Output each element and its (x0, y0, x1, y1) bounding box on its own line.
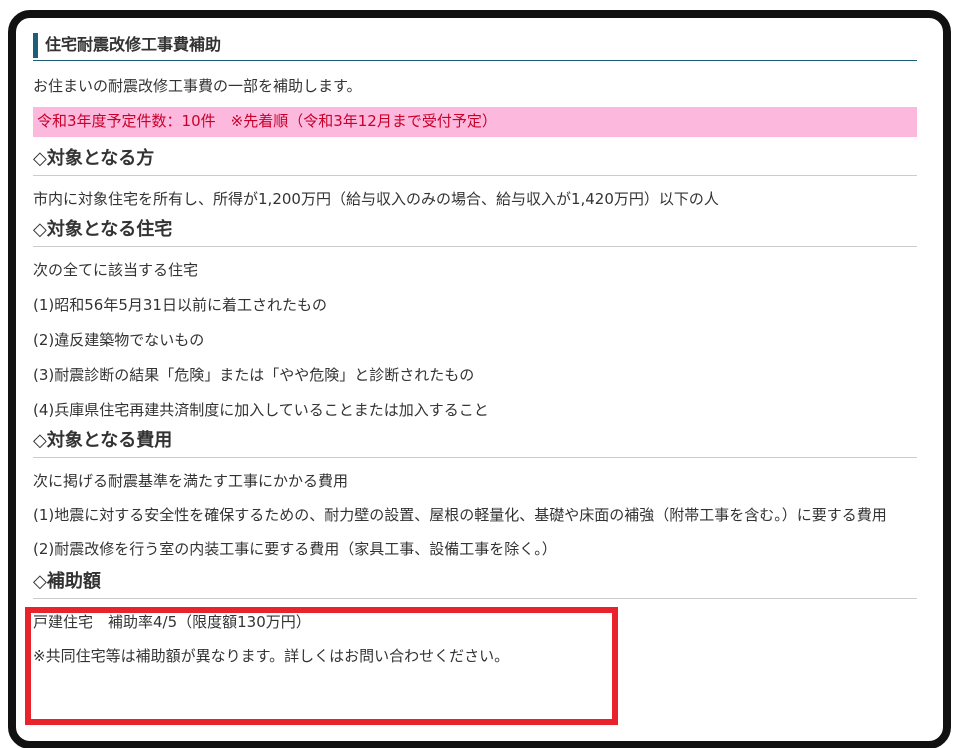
list-item: (4)兵庫県住宅再建共済制度に加入していることまたは加入すること (33, 401, 489, 419)
content-area: 住宅耐震改修工事費補助 お住まいの耐震改修工事費の一部を補助します。 令和3年度… (33, 30, 917, 667)
section-title: 住宅耐震改修工事費補助 (33, 30, 917, 61)
target-person-heading: ◇対象となる方 (33, 147, 917, 176)
title-accent-bar (33, 33, 38, 58)
list-item: (2)耐震改修を行う室の内装工事に要する費用（家具工事、設備工事を除く。） (33, 540, 557, 558)
target-person-text: 市内に対象住宅を所有し、所得が1,200万円（給与収入のみの場合、給与収入が1,… (33, 190, 719, 208)
target-house-heading: ◇対象となる住宅 (33, 218, 917, 247)
target-house-lead: 次の全てに該当する住宅 (33, 261, 199, 279)
subsidy-heading: ◇補助額 (33, 570, 917, 599)
list-item: (3)耐震診断の結果「危険」または「やや危険」と診断されたもの (33, 366, 475, 384)
list-item: (1)昭和56年5月31日以前に着工されたもの (33, 296, 327, 314)
list-item: (2)違反建築物でないもの (33, 331, 205, 349)
target-cost-heading: ◇対象となる費用 (33, 429, 917, 458)
section-title-text: 住宅耐震改修工事費補助 (45, 35, 222, 54)
intro-text: お住まいの耐震改修工事費の一部を補助します。 (33, 77, 362, 95)
subsidy-line-1: 戸建住宅 補助率4/5（限度額130万円） (33, 613, 311, 631)
subsidy-line-2: ※共同住宅等は補助額が異なります。詳しくはお問い合わせください。 (33, 647, 510, 665)
notice-banner: 令和3年度予定件数：10件 ※先着順（令和3年12月まで受付予定） (33, 107, 917, 137)
target-cost-lead: 次に掲げる耐震基準を満たす工事にかかる費用 (33, 472, 349, 490)
page-frame: 住宅耐震改修工事費補助 お住まいの耐震改修工事費の一部を補助します。 令和3年度… (8, 10, 951, 748)
list-item: (1)地震に対する安全性を確保するための、耐力壁の設置、屋根の軽量化、基礎や床面… (33, 506, 887, 524)
